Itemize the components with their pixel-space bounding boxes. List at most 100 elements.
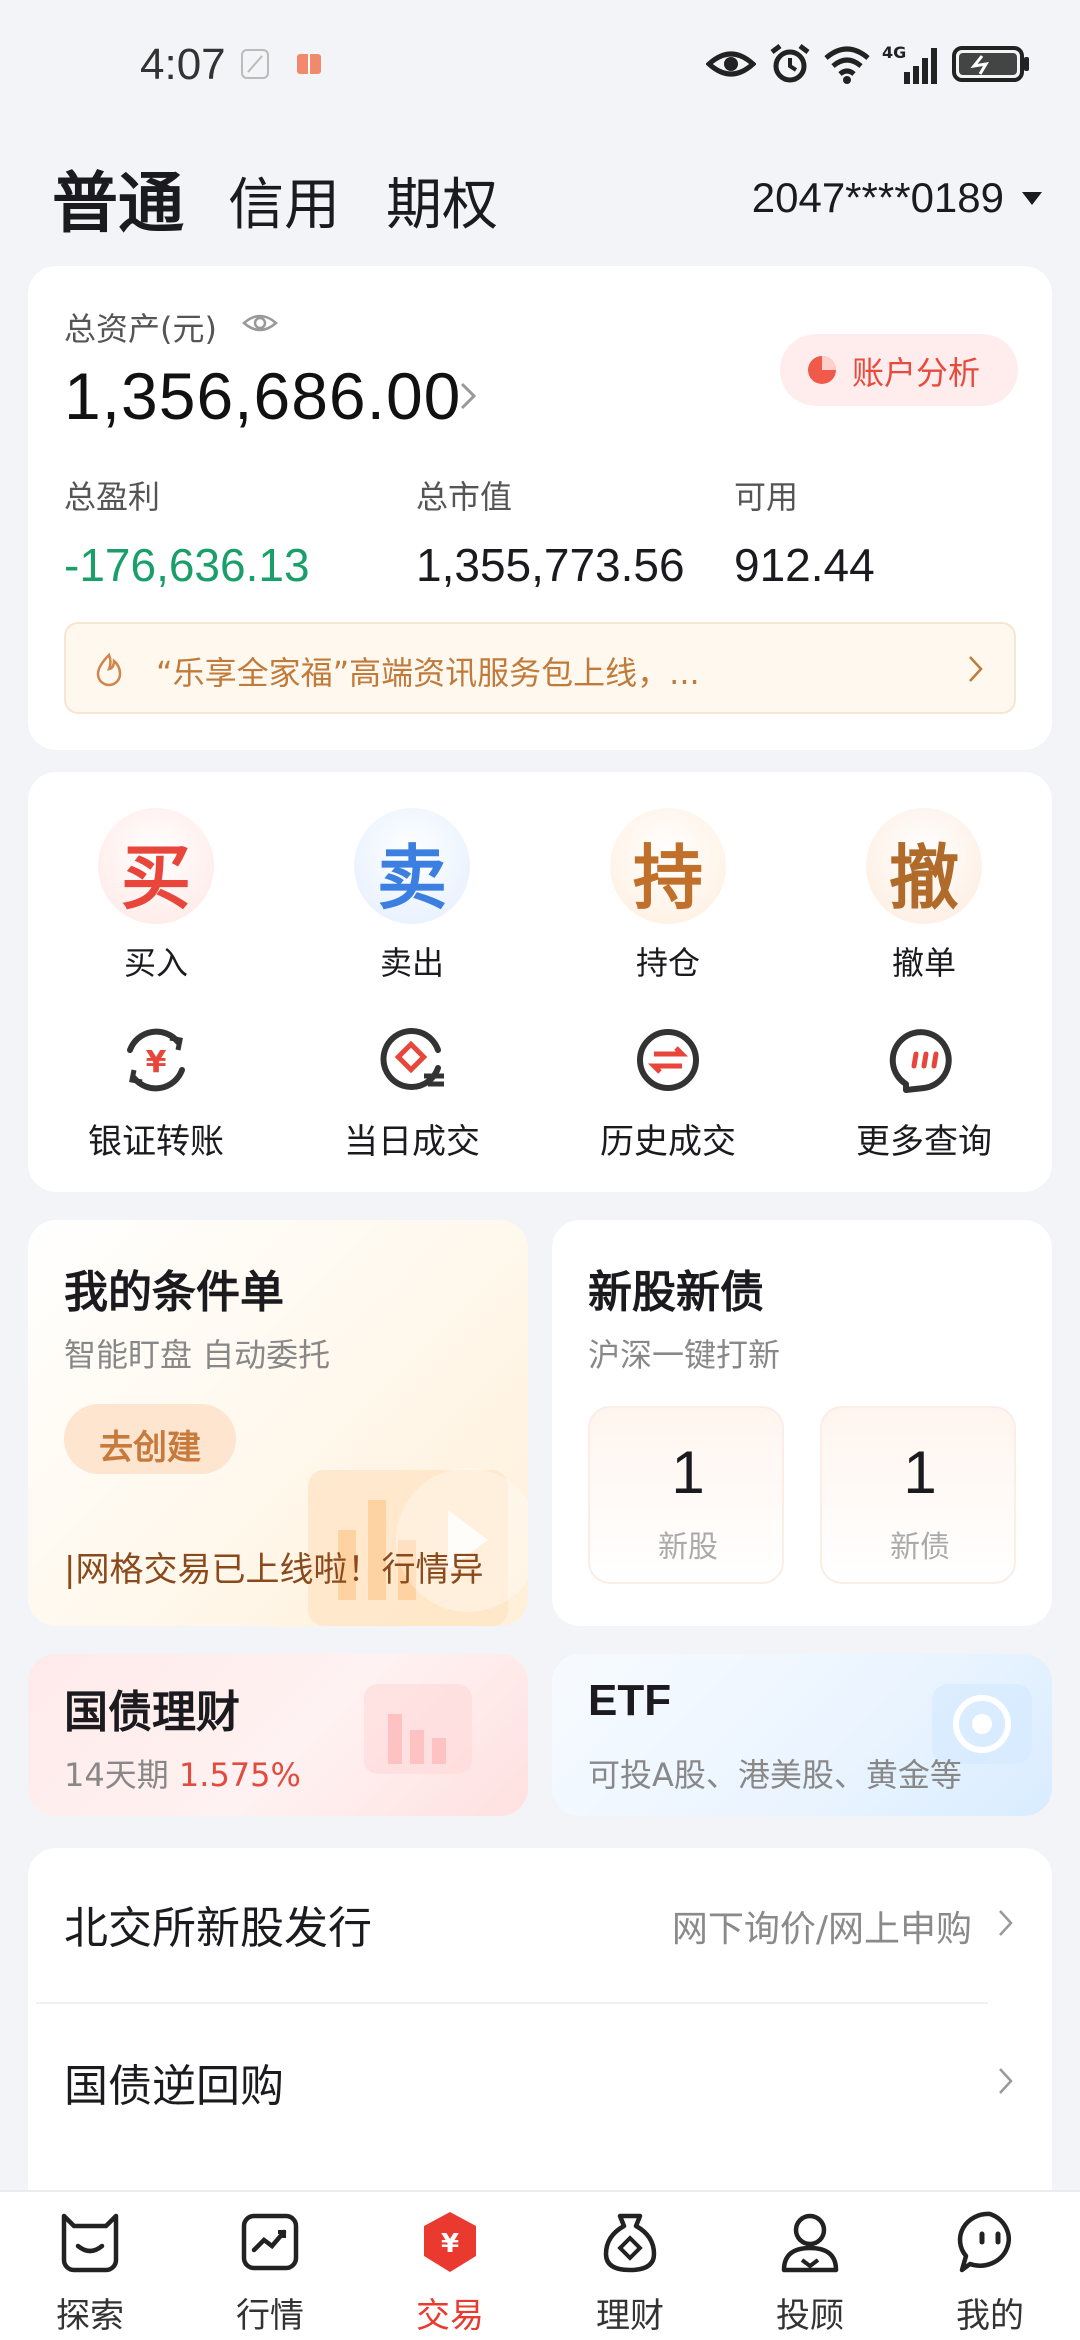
status-time: 4:07 — [140, 40, 226, 89]
list-divider — [36, 2002, 988, 2004]
nav-label: 交易 — [416, 2296, 484, 2336]
more-query-icon — [889, 1029, 952, 1093]
wifi-icon — [824, 46, 870, 84]
stat-value: 912.44 — [734, 539, 875, 591]
condition-order-card[interactable]: 我的条件单 智能盯盘 自动委托 去创建 |网格交易已上线啦！行情异 — [28, 1220, 528, 1626]
total-assets-label: 总资产(元) — [64, 310, 217, 348]
tab-options[interactable]: 期权 — [386, 160, 498, 241]
etf-title: ETF — [588, 1676, 672, 1725]
explore-icon — [61, 2213, 119, 2273]
today-deal-button[interactable]: 当日成交 — [312, 1020, 512, 1163]
new-stock-count: 1 — [671, 1439, 705, 1506]
stat-market-value: 总市值 1,355,773.56 — [416, 472, 685, 592]
bank-transfer-button[interactable]: ¥ 银证转账 — [56, 1020, 256, 1163]
pie-chart-icon — [808, 356, 836, 384]
svg-text:¥: ¥ — [146, 1045, 167, 1080]
nav-label: 理财 — [596, 2296, 664, 2336]
notice-banner[interactable]: “乐享全家福”高端资讯服务包上线，... — [64, 622, 1016, 714]
svg-text:¥: ¥ — [441, 2229, 459, 2259]
new-issues-subtitle: 沪深一键打新 — [588, 1336, 781, 1374]
positions-label: 持仓 — [635, 944, 700, 982]
stat-label: 总市值 — [416, 478, 513, 516]
chevron-right-icon — [999, 2068, 1013, 2094]
list-item-extra: 网下询价/网上申购 — [671, 1909, 972, 1950]
stat-label: 总盈利 — [64, 478, 161, 516]
tab-normal[interactable]: 普通 — [52, 150, 184, 246]
chevron-right-icon — [969, 656, 983, 682]
eye-icon — [706, 51, 756, 77]
nav-label: 投顾 — [776, 2296, 844, 2336]
nav-explore[interactable]: 探索 — [0, 2192, 180, 2340]
marquee-text: |网格交易已上线啦！行情异 — [64, 1550, 484, 1590]
wealth-icon — [603, 2213, 657, 2273]
nav-label: 行情 — [236, 2296, 304, 2336]
cancel-order-icon: 撤 — [866, 808, 982, 924]
create-label: 去创建 — [99, 1428, 201, 1468]
sell-glyph: 卖 — [377, 836, 447, 919]
treasury-card[interactable]: 国债理财 14天期 1.575% — [28, 1654, 528, 1816]
positions-icon: 持 — [610, 808, 726, 924]
account-analysis-button[interactable]: 账户分析 — [780, 334, 1018, 406]
history-deal-button[interactable]: 历史成交 — [568, 1020, 768, 1163]
history-deal-icon — [637, 1029, 699, 1091]
new-bond-count: 1 — [903, 1439, 937, 1506]
total-assets-value[interactable]: 1,356,686.00 — [64, 358, 461, 434]
more-query-label: 更多查询 — [856, 1122, 992, 1162]
market-icon — [241, 2213, 299, 2271]
status-bar: 4:07 4G — [0, 0, 1080, 130]
chevron-right-icon — [999, 1910, 1013, 1936]
list-item-reverse-repo[interactable]: 国债逆回购 — [64, 2006, 1016, 2156]
history-deal-label: 历史成交 — [600, 1122, 736, 1162]
nav-trade[interactable]: ¥ 交易 — [360, 2192, 540, 2340]
new-issues-card[interactable]: 新股新债 沪深一键打新 1 新股 1 新债 — [552, 1220, 1052, 1626]
buy-icon: 买 — [98, 808, 214, 924]
sell-button[interactable]: 卖 卖出 — [312, 808, 512, 984]
asset-summary-card: 总资产(元) 1,356,686.00 账户分析 总盈利 -176,636.13… — [28, 266, 1052, 750]
battery-icon — [952, 46, 1029, 82]
tab-credit[interactable]: 信用 — [228, 160, 340, 241]
leaf-icon — [241, 49, 269, 79]
nav-market[interactable]: 行情 — [180, 2192, 360, 2340]
nav-profile[interactable]: 我的 — [900, 2192, 1080, 2340]
new-bond-box[interactable]: 1 新债 — [820, 1406, 1016, 1584]
condition-order-title: 我的条件单 — [64, 1267, 284, 1318]
caret-down-icon[interactable] — [1022, 192, 1042, 205]
list-item-title: 北交所新股发行 — [64, 1903, 372, 1954]
chevron-right-icon[interactable] — [456, 378, 482, 414]
today-deal-icon — [380, 1028, 444, 1090]
advisor-icon — [781, 2213, 839, 2273]
stat-available: 可用 912.44 — [734, 472, 875, 592]
etf-card[interactable]: ETF 可投A股、港美股、黄金等 — [552, 1654, 1052, 1816]
cancel-order-label: 撤单 — [891, 944, 956, 982]
nav-label: 探索 — [56, 2296, 124, 2336]
alarm-icon — [770, 44, 810, 83]
flame-icon — [96, 652, 122, 687]
etf-subtitle: 可投A股、港美股、黄金等 — [588, 1756, 962, 1794]
list-item-bse-ipo[interactable]: 北交所新股发行 网下询价/网上申购 — [64, 1848, 1016, 1998]
nav-wealth[interactable]: 理财 — [540, 2192, 720, 2340]
new-stock-box[interactable]: 1 新股 — [588, 1406, 784, 1584]
stat-value: 1,355,773.56 — [416, 539, 685, 591]
sell-label: 卖出 — [379, 944, 444, 982]
positions-glyph: 持 — [633, 836, 703, 919]
new-stock-label: 新股 — [658, 1530, 718, 1565]
treasury-rate: 1.575% — [178, 1756, 301, 1794]
positions-button[interactable]: 持 持仓 — [568, 808, 768, 984]
buy-glyph: 买 — [121, 836, 191, 919]
buy-button[interactable]: 买 买入 — [56, 808, 256, 984]
nav-label: 我的 — [956, 2296, 1024, 2336]
signal-4g-icon: 4G — [882, 43, 937, 84]
toggle-visibility-eye-icon[interactable] — [242, 308, 278, 338]
cancel-order-button[interactable]: 撤 撤单 — [824, 808, 1024, 984]
notice-text: “乐享全家福”高端资讯服务包上线，... — [156, 654, 700, 692]
account-selector[interactable]: 2047****0189 — [752, 174, 1004, 222]
create-condition-order-button[interactable]: 去创建 — [64, 1404, 236, 1474]
sell-icon: 卖 — [354, 808, 470, 924]
nav-advisor[interactable]: 投顾 — [720, 2192, 900, 2340]
today-deal-label: 当日成交 — [344, 1122, 480, 1162]
bank-transfer-label: 银证转账 — [88, 1122, 224, 1162]
new-issues-title: 新股新债 — [588, 1267, 764, 1318]
service-list-card: 北交所新股发行 网下询价/网上申购 国债逆回购 — [28, 1848, 1052, 2208]
more-query-button[interactable]: 更多查询 — [824, 1020, 1024, 1163]
treasury-title: 国债理财 — [64, 1687, 240, 1738]
